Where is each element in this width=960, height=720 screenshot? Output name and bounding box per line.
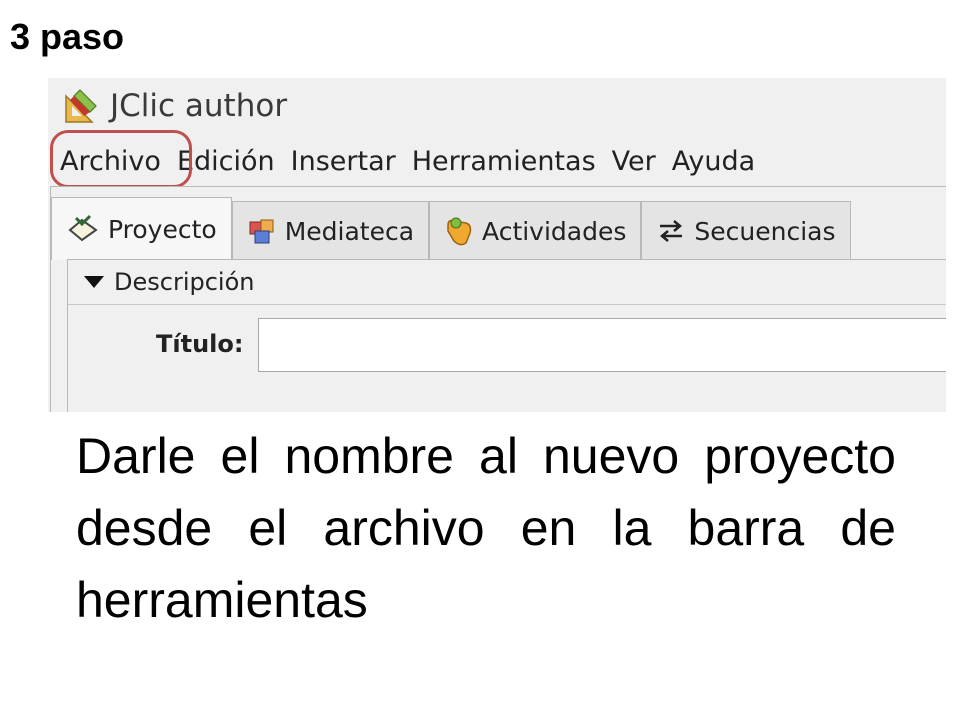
sequences-icon [660,220,683,242]
menu-archivo[interactable]: Archivo [48,129,192,188]
activities-icon [447,217,472,246]
project-icon [68,214,98,242]
project-content: Descripción Título: [67,259,946,412]
menu-herramientas[interactable]: Herramientas [404,146,604,177]
tab-mediateca[interactable]: Mediateca [231,201,430,260]
tab-mediateca-label: Mediateca [284,216,415,246]
jclic-pencil-icon [65,89,97,123]
collapse-triangle-icon[interactable] [84,276,104,288]
caption-text: Darle el nombre al nuevo proyecto desde … [76,428,896,628]
title-bar: JClic author [48,78,946,134]
step-title: 3 paso [10,16,125,57]
tab-strip: Proyecto Mediateca Actividades Secuencia… [51,197,946,260]
section-descripcion[interactable]: Descripción [68,260,946,305]
tab-secuencias-label: Secuencias [694,216,836,246]
tab-actividades-label: Actividades [482,216,627,246]
tab-proyecto[interactable]: Proyecto [51,197,232,260]
menu-edicion[interactable]: Edición [169,146,283,177]
media-library-icon [249,219,274,244]
menu-ver[interactable]: Ver [604,146,664,177]
menu-bar: Archivo Edición Insertar Herramientas Ve… [48,129,946,188]
tab-actividades[interactable]: Actividades [429,201,642,260]
menu-insertar[interactable]: Insertar [283,146,404,177]
jclic-screenshot: JClic author Archivo Edición Insertar He… [48,78,946,412]
title-field-label: Título: [156,330,244,358]
section-descripcion-label: Descripción [114,268,255,296]
menu-archivo-label: Archivo [60,145,161,177]
menu-ayuda[interactable]: Ayuda [664,146,763,177]
main-panel: Proyecto Mediateca Actividades Secuencia… [50,186,946,412]
tab-proyecto-label: Proyecto [108,214,217,244]
tab-secuencias[interactable]: Secuencias [641,201,851,260]
title-field[interactable] [258,318,946,372]
app-title: JClic author [110,88,288,124]
